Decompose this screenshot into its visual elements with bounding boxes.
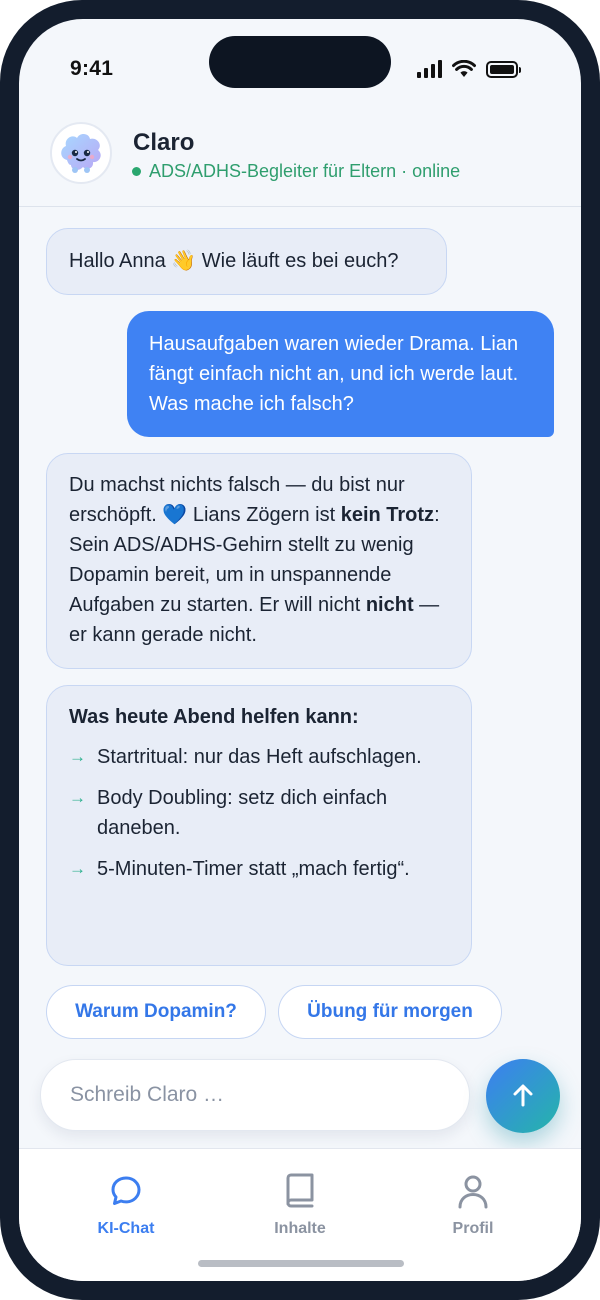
arrow-right-icon: → (69, 747, 86, 766)
arrow-up-icon (513, 1084, 533, 1107)
online-indicator (132, 167, 141, 176)
tab-ki-chat-label: KI-Chat (97, 1220, 155, 1237)
chat-bubble-icon (108, 1171, 144, 1211)
message-input[interactable] (41, 1060, 469, 1130)
suggestion-chip-exercise-tomorrow[interactable]: Übung für morgen (278, 985, 502, 1039)
tips-title: Was heute Abend helfen kann: (69, 706, 359, 728)
send-button[interactable] (486, 1059, 560, 1133)
brain-mascot-icon[interactable] (50, 122, 112, 184)
bot-message-greeting: Hallo Anna 👋 Wie läuft es bei euch? (46, 228, 447, 295)
bot-message-explanation: Du machst nichts falsch — du bist nur er… (46, 453, 472, 669)
app-screen: 9:41 Claro ADS/ADHS-Begleiter für Eltern… (19, 19, 581, 1281)
tips-list: → Startritual: nur das Heft aufschlagen.… (69, 742, 449, 884)
tab-profil-label: Profil (452, 1220, 494, 1237)
list-item: → Startritual: nur das Heft aufschlagen. (69, 742, 449, 772)
emphasis-no-defiance: kein Trotz (340, 504, 435, 526)
home-indicator (198, 1260, 404, 1267)
status-time: 9:41 (70, 57, 114, 80)
user-message: Hausaufgaben waren wieder Drama. Lian fä… (127, 311, 554, 437)
cellular-signal-icon (417, 60, 442, 78)
book-icon (283, 1171, 317, 1211)
status-bar: 9:41 (19, 19, 581, 119)
emphasis-not: nicht (365, 594, 414, 616)
battery-level (490, 64, 514, 74)
tip-text: 5-Minuten-Timer statt „mach fertig“. (97, 858, 410, 880)
suggestion-chip-why-dopamine[interactable]: Warum Dopamin? (46, 985, 266, 1039)
bot-status: ADS/ADHS-Begleiter für Eltern · online (132, 161, 460, 182)
chat-header: Claro ADS/ADHS-Begleiter für Eltern · on… (19, 119, 581, 207)
list-item: → 5-Minuten-Timer statt „mach fertig“. (69, 854, 449, 884)
tab-ki-chat[interactable]: KI-Chat (66, 1171, 186, 1238)
list-item: → Body Doubling: setz dich einfach daneb… (69, 783, 449, 843)
phone-frame: 9:41 Claro ADS/ADHS-Begleiter für Eltern… (0, 0, 600, 1300)
arrow-right-icon: → (69, 788, 86, 807)
tab-profil[interactable]: Profil (413, 1171, 533, 1238)
tab-inhalte[interactable]: Inhalte (240, 1171, 360, 1238)
bot-message-tips: Was heute Abend helfen kann: → Startritu… (46, 685, 472, 966)
dynamic-island (209, 36, 391, 88)
bot-name: Claro (133, 129, 195, 156)
status-icons (417, 57, 521, 81)
wifi-icon (452, 60, 476, 77)
message-composer (40, 1059, 470, 1131)
battery-icon (486, 60, 521, 78)
arrow-right-icon: → (69, 859, 86, 878)
tip-text: Startritual: nur das Heft aufschlagen. (97, 746, 422, 768)
user-icon (456, 1171, 490, 1211)
tab-inhalte-label: Inhalte (274, 1220, 326, 1237)
tip-text: Body Doubling: setz dich einfach daneben… (97, 787, 388, 839)
bot-status-text: ADS/ADHS-Begleiter für Eltern · online (149, 161, 461, 181)
